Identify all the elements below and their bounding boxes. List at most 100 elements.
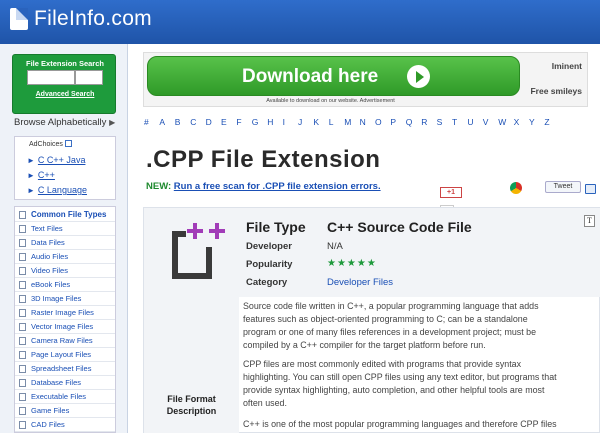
alpha-link[interactable]: A bbox=[159, 117, 165, 127]
ad-banner: Download here Available to download on o… bbox=[143, 52, 588, 107]
google-plus-button[interactable]: +1 1 bbox=[440, 181, 480, 216]
arrow-right-icon: ► bbox=[27, 186, 35, 195]
download-here-button[interactable]: Download here bbox=[147, 56, 520, 96]
ad-link[interactable]: ► C Language bbox=[27, 185, 87, 195]
search-title: File Extension Search bbox=[26, 59, 104, 68]
text-size-icon[interactable]: T bbox=[584, 215, 595, 227]
page-title: .CPP File Extension bbox=[146, 146, 381, 173]
file-icon bbox=[19, 420, 26, 429]
free-scan-link[interactable]: Run a free scan for .CPP file extension … bbox=[174, 181, 381, 192]
category-label: Category bbox=[246, 277, 288, 288]
file-icon bbox=[19, 378, 26, 387]
ad-side-tagline[interactable]: Free smileys bbox=[522, 86, 582, 96]
browse-label: Browse Alphabetically bbox=[14, 117, 107, 128]
ad-link[interactable]: ► C++ bbox=[27, 170, 55, 180]
alpha-link[interactable]: V bbox=[483, 117, 489, 127]
popularity-label: Popularity bbox=[246, 259, 293, 270]
logo-file-icon bbox=[10, 8, 28, 30]
file-icon bbox=[19, 238, 26, 247]
cpp-file-icon bbox=[172, 223, 225, 279]
alpha-link[interactable]: U bbox=[467, 117, 473, 127]
alpha-link[interactable]: C bbox=[190, 117, 196, 127]
printer-icon bbox=[585, 184, 596, 194]
alpha-link[interactable]: J bbox=[298, 117, 302, 127]
file-type-item[interactable]: Common File Types bbox=[15, 208, 115, 222]
file-type-item[interactable]: Executable Files bbox=[15, 390, 115, 404]
ad-link[interactable]: ► C C++ Java bbox=[27, 155, 85, 165]
tweet-button[interactable]: Tweet bbox=[545, 181, 581, 193]
alpha-link[interactable]: I bbox=[283, 117, 285, 127]
download-button-label: Download here bbox=[242, 66, 379, 87]
chrome-icon bbox=[510, 182, 522, 194]
alpha-link[interactable]: P bbox=[390, 117, 396, 127]
file-type-item[interactable]: Data Files bbox=[15, 236, 115, 250]
file-type-item[interactable]: Video Files bbox=[15, 264, 115, 278]
site-header: FileInfo.com bbox=[0, 0, 600, 44]
description-label: File Format Description bbox=[166, 394, 217, 416]
alpha-link[interactable]: H bbox=[267, 117, 273, 127]
site-logo[interactable]: FileInfo.com bbox=[10, 7, 152, 31]
alpha-link[interactable]: Y bbox=[529, 117, 535, 127]
file-type-item[interactable]: Raster Image Files bbox=[15, 306, 115, 320]
file-type-item[interactable]: Page Layout Files bbox=[15, 348, 115, 362]
alpha-link[interactable]: M bbox=[344, 117, 351, 127]
file-icon bbox=[19, 308, 26, 317]
alpha-link[interactable]: F bbox=[236, 117, 241, 127]
extension-search-box: File Extension Search Advanced Search bbox=[12, 54, 116, 114]
developer-label: Developer bbox=[246, 241, 292, 252]
ad-side-brand[interactable]: Iminent bbox=[522, 61, 582, 71]
popularity-stars: ★★★★★ bbox=[327, 258, 377, 269]
alpha-link[interactable]: Q bbox=[406, 117, 413, 127]
site-name: FileInfo.com bbox=[34, 7, 152, 30]
file-type-item[interactable]: CAD Files bbox=[15, 418, 115, 432]
triangle-right-icon: ▶ bbox=[109, 118, 116, 127]
file-type-item[interactable]: Camera Raw Files bbox=[15, 334, 115, 348]
search-input[interactable] bbox=[27, 70, 75, 85]
alpha-link[interactable]: O bbox=[375, 117, 382, 127]
advanced-search-link[interactable]: Advanced Search bbox=[13, 91, 117, 98]
search-button[interactable] bbox=[75, 70, 103, 85]
developer-value: N/A bbox=[327, 241, 343, 252]
file-icon bbox=[19, 294, 26, 303]
alpha-link[interactable]: L bbox=[329, 117, 334, 127]
description-paragraph: C++ is one of the most popular programmi… bbox=[243, 419, 557, 429]
file-type-item[interactable]: 3D Image Files bbox=[15, 292, 115, 306]
alpha-link[interactable]: N bbox=[360, 117, 366, 127]
file-icon bbox=[19, 266, 26, 275]
alpha-link[interactable]: E bbox=[221, 117, 227, 127]
file-type-item[interactable]: Audio Files bbox=[15, 250, 115, 264]
print-button[interactable] bbox=[585, 181, 597, 194]
chrome-button[interactable] bbox=[510, 181, 526, 194]
alpha-link[interactable]: X bbox=[514, 117, 520, 127]
file-type-item[interactable]: Vector Image Files bbox=[15, 320, 115, 334]
file-type-item[interactable]: Database Files bbox=[15, 376, 115, 390]
alpha-link[interactable]: # bbox=[144, 117, 149, 127]
file-type-item[interactable]: Game Files bbox=[15, 404, 115, 418]
alpha-link[interactable]: B bbox=[175, 117, 181, 127]
alpha-link[interactable]: R bbox=[421, 117, 427, 127]
file-type-item[interactable]: Spreadsheet Files bbox=[15, 362, 115, 376]
ad-links-box: AdChoices ► C C++ Java ► C++ ► C Language bbox=[14, 136, 116, 200]
category-link[interactable]: Developer Files bbox=[327, 277, 393, 288]
alpha-link[interactable]: Z bbox=[544, 117, 549, 127]
file-type-item[interactable]: eBook Files bbox=[15, 278, 115, 292]
new-label: NEW: bbox=[146, 181, 172, 192]
description-paragraph: Source code file written in C++, a popul… bbox=[243, 301, 539, 350]
file-icon bbox=[19, 406, 26, 415]
file-types-list: Common File Types Text Files Data Files … bbox=[14, 206, 116, 433]
browse-alphabetically[interactable]: Browse Alphabetically ▶ bbox=[14, 117, 115, 128]
adchoices-label[interactable]: AdChoices bbox=[29, 140, 72, 148]
alpha-link[interactable]: D bbox=[206, 117, 212, 127]
alpha-link[interactable]: T bbox=[452, 117, 457, 127]
file-type-label: File Type bbox=[246, 219, 306, 235]
alpha-link[interactable]: W bbox=[498, 117, 506, 127]
file-icon bbox=[19, 210, 26, 219]
file-icon bbox=[19, 280, 26, 289]
description-sidebar: File Format Description bbox=[144, 297, 239, 433]
file-type-item[interactable]: Text Files bbox=[15, 222, 115, 236]
file-icon bbox=[19, 322, 26, 331]
alpha-link[interactable]: S bbox=[437, 117, 443, 127]
alpha-link[interactable]: K bbox=[313, 117, 319, 127]
alpha-link[interactable]: G bbox=[252, 117, 259, 127]
file-icon bbox=[19, 392, 26, 401]
